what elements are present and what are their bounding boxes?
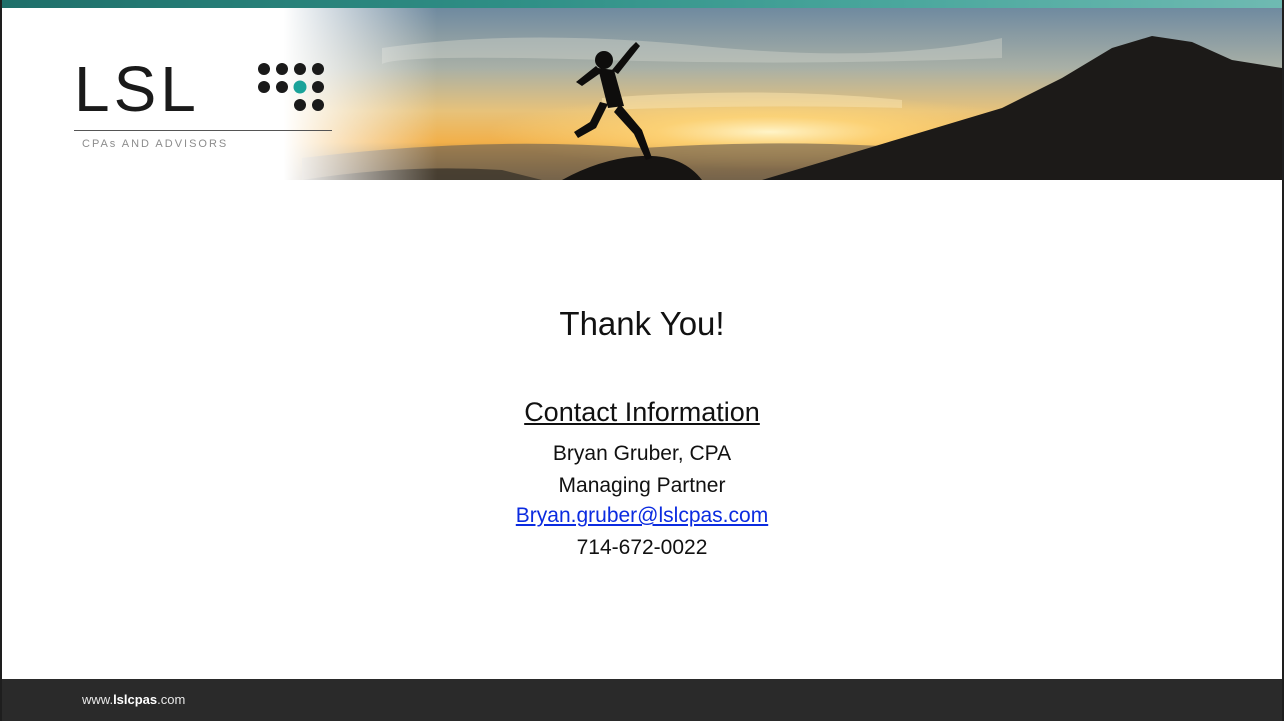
contact-email-link[interactable]: Bryan.gruber@lslcpas.com (516, 504, 768, 527)
logo-subtitle: CPAs AND ADVISORS (82, 138, 229, 150)
logo-letters: LSL (74, 53, 200, 125)
contact-title: Managing Partner (558, 474, 726, 497)
thank-you-heading: Thank You! (559, 305, 725, 342)
contact-information-heading: Contact Information (524, 397, 760, 427)
contact-name: Bryan Gruber, CPA (552, 442, 732, 465)
footer-bar: www.lslcpas.com (2, 679, 1282, 721)
footer-url-suffix: .com (157, 692, 186, 707)
top-accent-bar (2, 0, 1282, 8)
contact-email-row: Bryan.gruber@lslcpas.com (2, 501, 1282, 531)
logo-divider (74, 130, 332, 131)
slide: LSL CPAs AND ADVISORS Thank You! Contact… (0, 0, 1284, 721)
logo-dots-icon (258, 63, 324, 111)
company-logo: LSL CPAs AND ADVISORS (74, 57, 334, 157)
footer-url-prefix: www. (82, 692, 114, 707)
contact-phone: 714-672-0022 (576, 536, 708, 559)
footer-url-domain: lslcpas (113, 692, 158, 707)
footer-website[interactable]: www.lslcpas.com (82, 692, 185, 707)
